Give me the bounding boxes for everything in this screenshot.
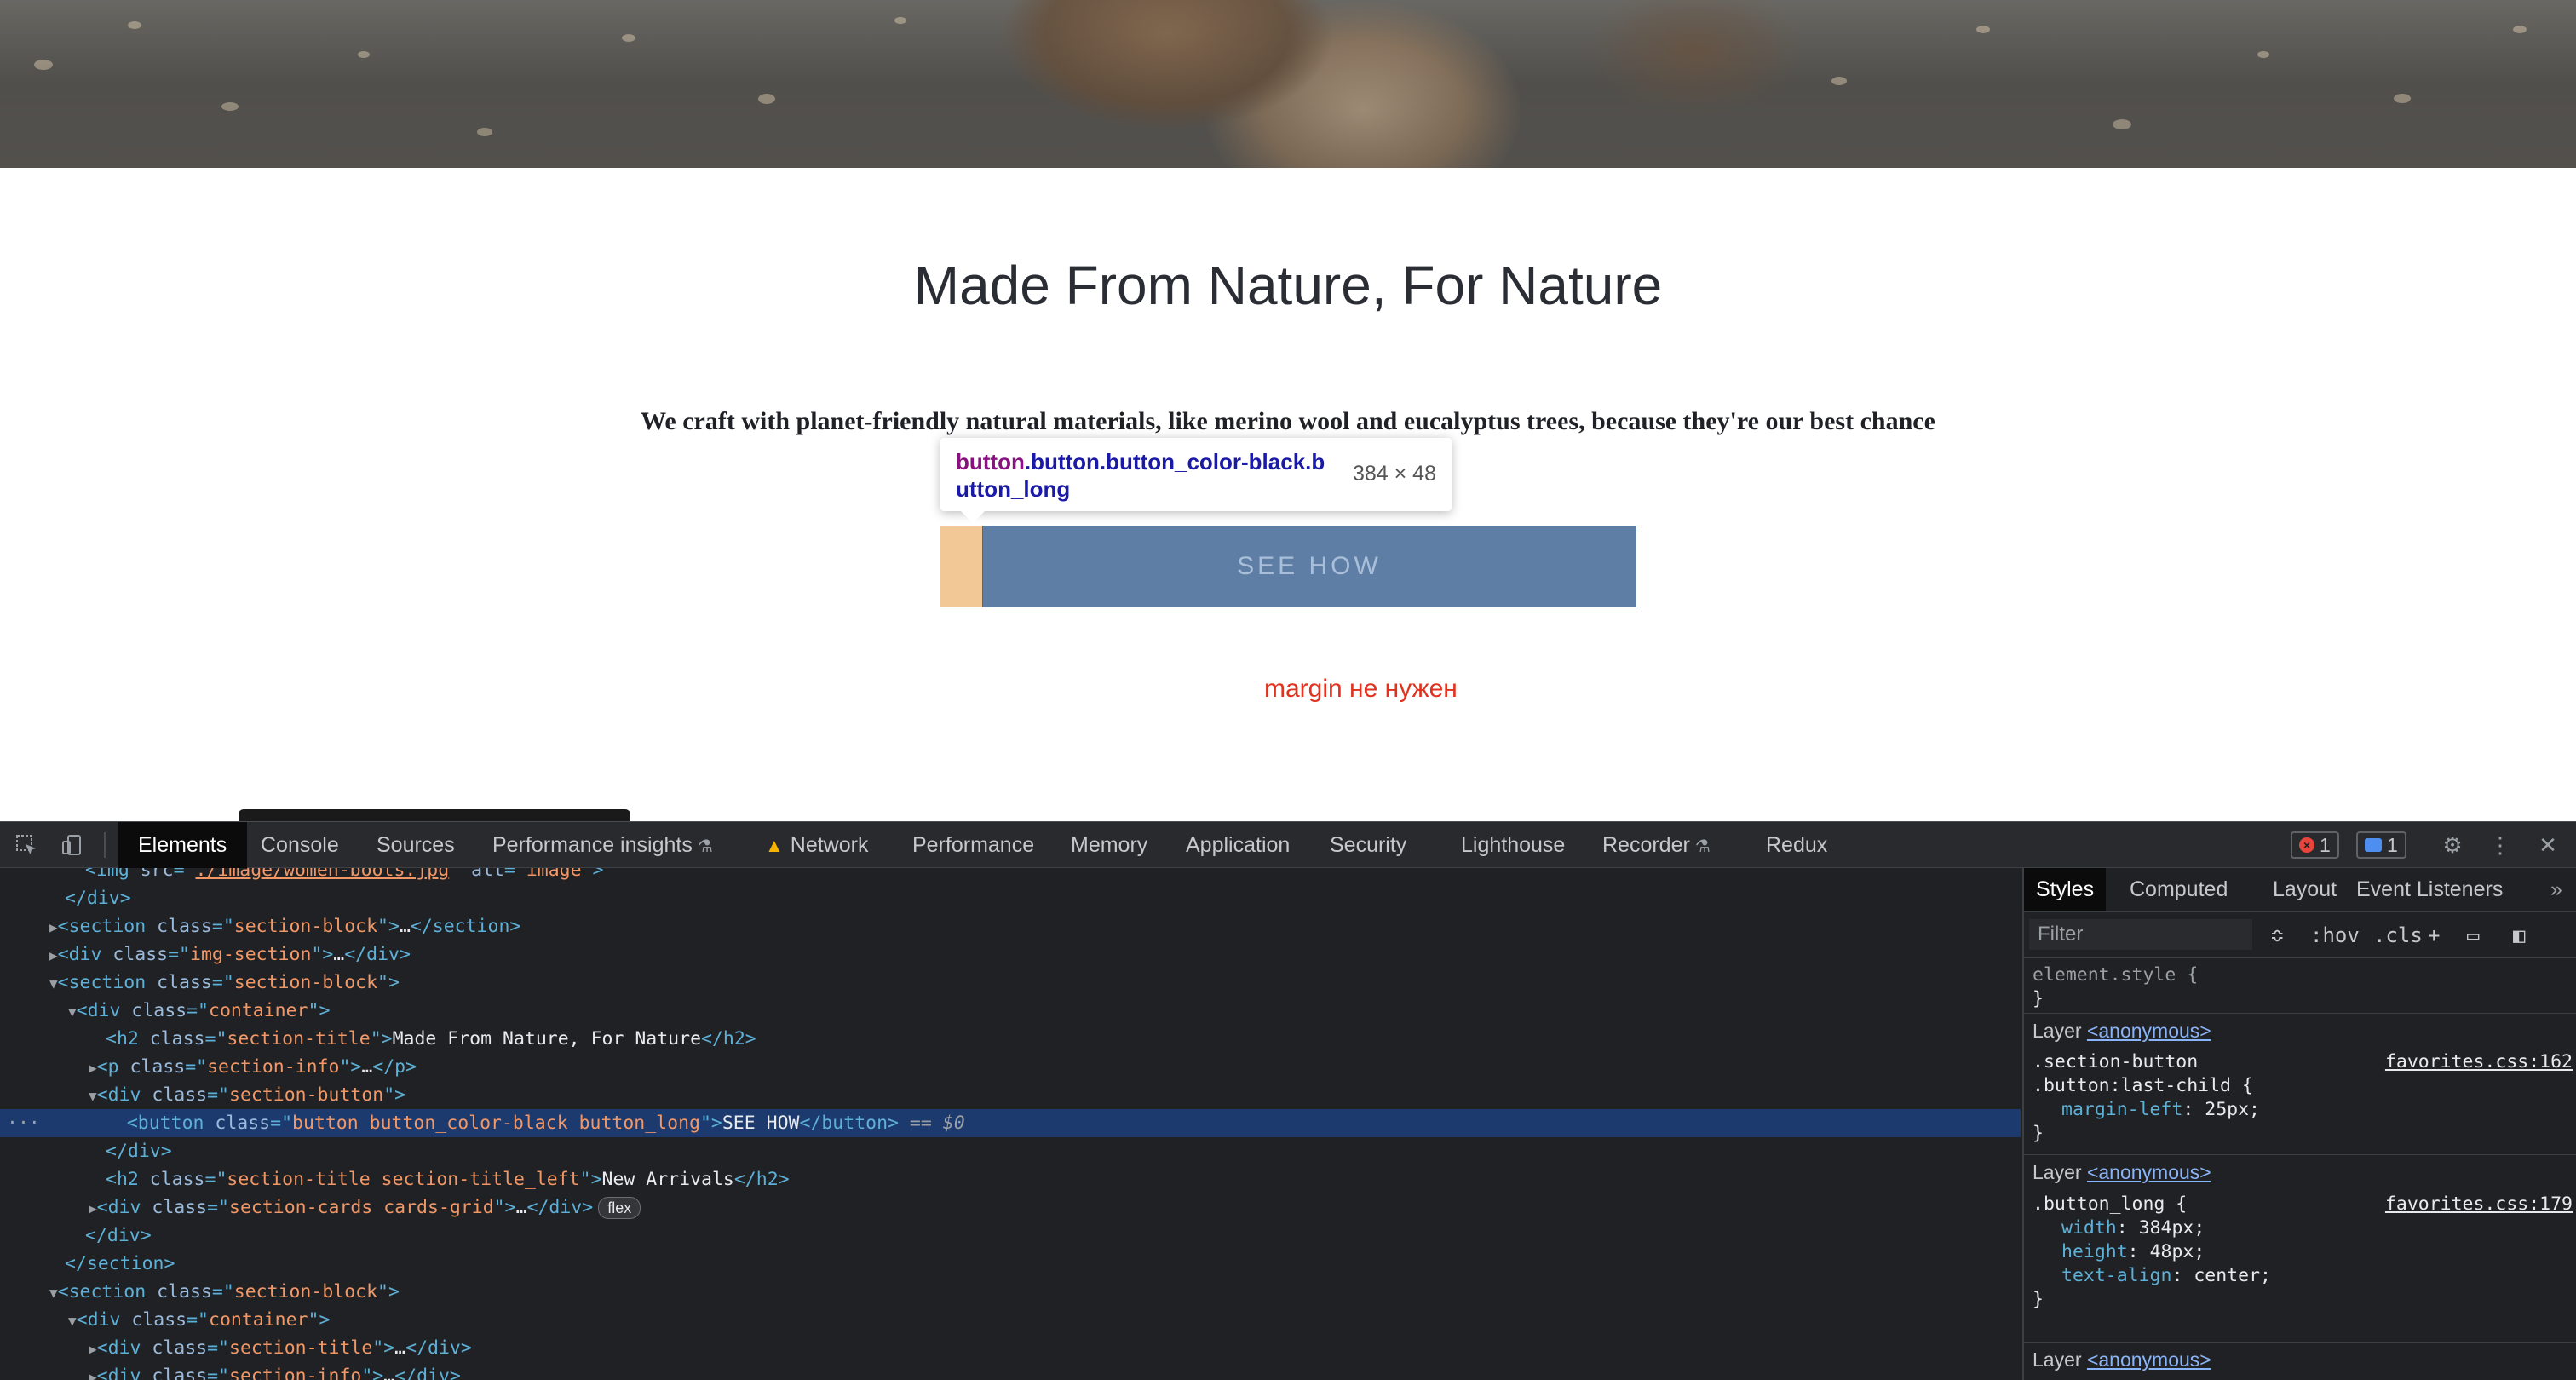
- layer-header: Layer <anonymous>: [2024, 1342, 2576, 1376]
- experiment-icon: ⚗: [1694, 837, 1711, 856]
- dom-node[interactable]: ▶<p class="section-info">…</p>: [0, 1053, 2021, 1081]
- tab-event-listeners[interactable]: Event Listeners: [2356, 868, 2503, 911]
- message-icon: [2365, 838, 2382, 852]
- css-rule-section-button[interactable]: .section-button favorites.css:162 .button…: [2024, 1050, 2576, 1146]
- next-section-title-peek: [239, 804, 630, 821]
- see-how-button[interactable]: SEE HOW: [982, 526, 1636, 607]
- layer-header: Layer <anonymous>: [2024, 1154, 2576, 1188]
- close-icon[interactable]: ✕: [2533, 831, 2562, 860]
- styles-pane: Styles Computed Layout Event Listeners »…: [2022, 868, 2576, 1380]
- annotation-note: margin не нужен: [1264, 675, 1458, 703]
- rendering-emulation-icon[interactable]: ▭: [2467, 921, 2479, 950]
- styles-filter-bar: ≎ :hov .cls + ▭ ◧: [2024, 912, 2576, 958]
- dom-node[interactable]: ▼<section class="section-block">: [0, 969, 2021, 997]
- device-toolbar-icon[interactable]: [58, 831, 87, 860]
- dom-node[interactable]: ▶<div class="section-title">…</div>: [0, 1334, 2021, 1362]
- devtools-panel: Elements Console Sources Performance ins…: [0, 821, 2576, 1380]
- node-actions-icon[interactable]: ···: [0, 1113, 40, 1134]
- margin-highlight: [940, 526, 983, 607]
- new-rule-icon[interactable]: +: [2428, 921, 2440, 950]
- tab-lighthouse[interactable]: Lighthouse: [1461, 822, 1565, 868]
- layer-header: Layer <anonymous>: [2024, 1013, 2576, 1047]
- error-icon: ×: [2299, 837, 2314, 853]
- tab-network[interactable]: ▲ Network: [765, 822, 868, 868]
- dom-node[interactable]: </div>: [0, 884, 2021, 912]
- tooltip-selector: button.button.button_color-black.button_…: [956, 449, 1325, 502]
- dom-node[interactable]: ▶<div class="img-section">…</div>: [0, 940, 2021, 969]
- layer-link[interactable]: <anonymous>: [2087, 1161, 2211, 1183]
- styles-filter-input[interactable]: [2029, 919, 2252, 950]
- layer-link[interactable]: <anonymous>: [2087, 1020, 2211, 1042]
- tab-performance-insights[interactable]: Performance insights ⚗: [492, 822, 713, 868]
- rule-source-link[interactable]: favorites.css:179: [2385, 1193, 2573, 1216]
- errors-badge[interactable]: × 1: [2291, 831, 2339, 859]
- tab-memory[interactable]: Memory: [1071, 822, 1147, 868]
- inspect-element-icon[interactable]: [12, 831, 41, 860]
- tab-console[interactable]: Console: [261, 822, 339, 868]
- tab-styles[interactable]: Styles: [2024, 868, 2107, 911]
- dom-node-selected[interactable]: ··· <button class="button button_color-bl…: [0, 1109, 2021, 1137]
- dom-node[interactable]: </section>: [0, 1250, 2021, 1278]
- dom-node[interactable]: ▶<div class="section-info">…</div>: [0, 1362, 2021, 1380]
- tab-sources[interactable]: Sources: [377, 822, 455, 868]
- more-options-icon[interactable]: ⋮: [2486, 831, 2515, 860]
- dom-node[interactable]: ▼<div class="container">: [0, 997, 2021, 1025]
- experiment-icon: ⚗: [697, 837, 713, 856]
- dom-node[interactable]: ▶<section class="section-block">…</secti…: [0, 912, 2021, 940]
- section-info: We craft with planet-friendly natural ma…: [641, 407, 1935, 435]
- dom-node[interactable]: ▼<div class="section-button">: [0, 1081, 2021, 1109]
- tab-redux[interactable]: Redux: [1766, 822, 1827, 868]
- flex-badge[interactable]: flex: [598, 1197, 641, 1219]
- tab-elements[interactable]: Elements: [118, 822, 248, 868]
- more-tabs-icon[interactable]: »: [2550, 868, 2562, 911]
- messages-badge[interactable]: 1: [2356, 831, 2406, 859]
- toggle-layers-icon[interactable]: ≎: [2271, 921, 2283, 950]
- cls-toggle[interactable]: .cls: [2373, 921, 2423, 950]
- tab-security[interactable]: Security: [1330, 822, 1406, 868]
- dom-node[interactable]: ▼<div class="container">: [0, 1306, 2021, 1334]
- tab-performance[interactable]: Performance: [912, 822, 1034, 868]
- dom-node[interactable]: <h2 class="section-title">Made From Natu…: [0, 1025, 2021, 1053]
- layer-link[interactable]: <anonymous>: [2087, 1348, 2211, 1371]
- devtools-toolbar: Elements Console Sources Performance ins…: [0, 821, 2576, 868]
- tab-application[interactable]: Application: [1186, 822, 1290, 868]
- section-title: Made From Nature, For Nature: [913, 255, 1663, 316]
- tooltip-size: 384 × 48: [1352, 462, 1436, 486]
- rule-source-link[interactable]: favorites.css:162: [2385, 1050, 2573, 1074]
- hero-image: [0, 0, 2576, 168]
- warning-icon: ▲: [765, 835, 784, 856]
- tab-recorder[interactable]: Recorder ⚗: [1602, 822, 1711, 868]
- element-style-rule[interactable]: element.style { }: [2024, 963, 2576, 1011]
- toggle-sidebar-icon[interactable]: ◧: [2513, 921, 2525, 950]
- elements-dom-tree[interactable]: <img src="./image/women-boots.jpg" alt="…: [0, 868, 2021, 1380]
- styles-tabs: Styles Computed Layout Event Listeners »: [2024, 868, 2576, 912]
- dom-node[interactable]: <img src="./image/women-boots.jpg" alt="…: [0, 868, 2021, 884]
- tab-layout[interactable]: Layout: [2273, 868, 2337, 911]
- inspect-tooltip: button.button.button_color-black.button_…: [940, 438, 1452, 523]
- gear-icon[interactable]: ⚙: [2438, 831, 2467, 860]
- dom-node[interactable]: <h2 class="section-title section-title_l…: [0, 1165, 2021, 1193]
- dom-node[interactable]: ▼<section class="section-block">: [0, 1278, 2021, 1306]
- hov-toggle[interactable]: :hov: [2310, 921, 2360, 950]
- dom-node[interactable]: ▶<div class="section-cards cards-grid">……: [0, 1193, 2021, 1222]
- tab-computed[interactable]: Computed: [2130, 868, 2228, 911]
- css-rule-button-long[interactable]: .button_long {favorites.css:179 width: 3…: [2024, 1193, 2576, 1312]
- dom-node[interactable]: </div>: [0, 1137, 2021, 1165]
- dom-node[interactable]: </div>: [0, 1222, 2021, 1250]
